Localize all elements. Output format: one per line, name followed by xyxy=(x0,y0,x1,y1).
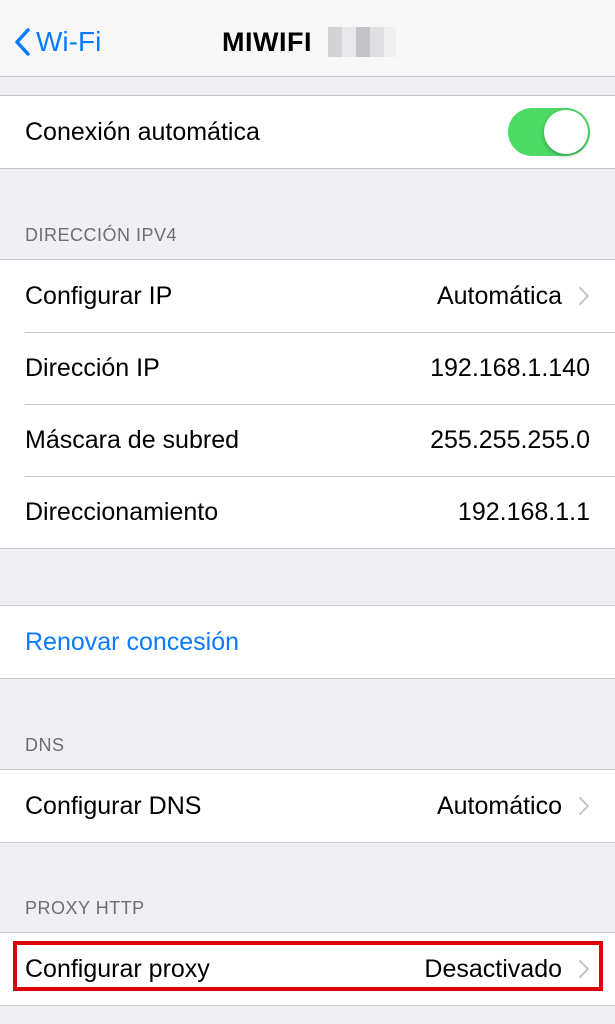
auto-join-group: Conexión automática xyxy=(0,95,615,169)
network-name: MIWIFI xyxy=(222,26,312,57)
auto-join-row: Conexión automática xyxy=(0,96,615,168)
ip-address-label: Dirección IP xyxy=(25,353,160,382)
subnet-mask-value: 255.255.255.0 xyxy=(430,425,590,454)
proxy-section-header: PROXY HTTP xyxy=(25,898,145,918)
configure-dns-value: Automático xyxy=(436,791,562,820)
page-title: MIWIFI xyxy=(222,22,396,62)
highlight-box xyxy=(13,941,603,991)
back-button[interactable]: Wi-Fi xyxy=(14,22,101,62)
ip-address-row: Dirección IP 192.168.1.140 xyxy=(0,332,615,404)
router-label: Direccionamiento xyxy=(25,497,219,526)
navigation-bar: Wi-Fi MIWIFI xyxy=(0,0,615,77)
redacted-network-suffix xyxy=(313,27,396,57)
ip-address-value: 192.168.1.140 xyxy=(430,353,590,382)
auto-join-label: Conexión automática xyxy=(25,117,260,146)
subnet-mask-row: Máscara de subred 255.255.255.0 xyxy=(0,404,615,476)
configure-ip-value: Automática xyxy=(436,281,562,310)
chevron-right-icon xyxy=(578,796,590,816)
dns-group: Configurar DNS Automático xyxy=(0,769,615,843)
toggle-knob xyxy=(544,110,588,154)
subnet-mask-label: Máscara de subred xyxy=(25,425,240,454)
auto-join-toggle[interactable] xyxy=(508,108,590,156)
ipv4-group: Configurar IP Automática Dirección IP 19… xyxy=(0,259,615,549)
configure-dns-label: Configurar DNS xyxy=(25,791,202,820)
chevron-right-icon xyxy=(578,286,590,306)
router-value: 192.168.1.1 xyxy=(457,497,590,526)
ipv4-section-header: DIRECCIÓN IPV4 xyxy=(25,225,178,245)
configure-dns-row[interactable]: Configurar DNS Automático xyxy=(0,770,615,842)
configure-ip-row[interactable]: Configurar IP Automática xyxy=(0,260,615,332)
renew-lease-button[interactable]: Renovar concesión xyxy=(25,628,590,657)
back-button-label: Wi-Fi xyxy=(36,26,102,57)
configure-ip-label: Configurar IP xyxy=(25,281,173,310)
chevron-left-icon xyxy=(15,28,30,56)
renew-lease-group: Renovar concesión xyxy=(0,605,615,679)
dns-section-header: DNS xyxy=(25,735,65,755)
renew-lease-row[interactable]: Renovar concesión xyxy=(0,606,615,678)
router-row: Direccionamiento 192.168.1.1 xyxy=(0,476,615,548)
